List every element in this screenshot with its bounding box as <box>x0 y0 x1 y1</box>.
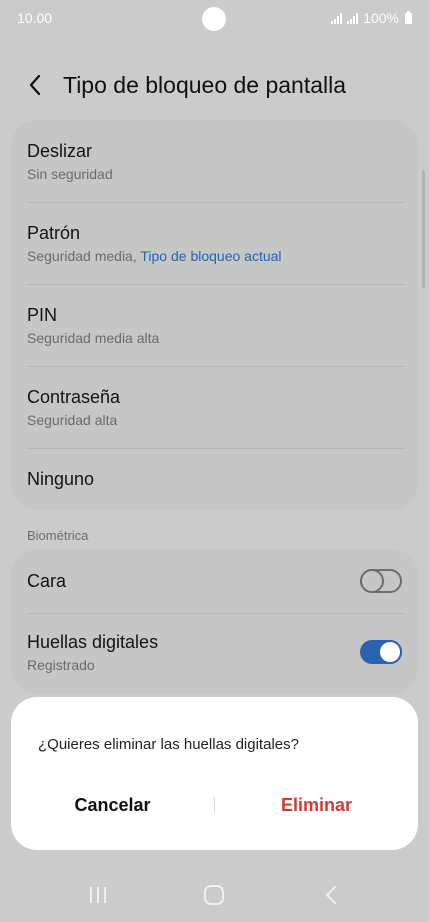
recent-apps-button[interactable] <box>68 875 128 915</box>
option-title: Contraseña <box>27 386 121 407</box>
recent-apps-icon <box>90 887 107 903</box>
status-time: 10.00 <box>17 10 53 26</box>
page-title: Tipo de bloqueo de pantalla <box>63 71 347 98</box>
camera-cutout <box>202 7 226 31</box>
current-lock-label: Tipo de bloqueo actual <box>140 247 282 264</box>
option-subtitle: Seguridad media, Tipo de bloqueo actual <box>27 248 402 264</box>
back-nav-button[interactable] <box>301 875 361 915</box>
home-icon <box>204 885 225 905</box>
signal-icon <box>347 12 359 24</box>
home-button[interactable] <box>184 875 244 915</box>
option-title: Ninguno <box>27 468 95 489</box>
lock-option-contrasena[interactable]: Contraseña Seguridad alta <box>11 366 418 448</box>
section-label-biometrics: Biométrica <box>27 528 89 543</box>
option-subtitle: Seguridad alta <box>27 411 118 428</box>
fingerprints-toggle[interactable] <box>360 640 402 664</box>
lock-options-card: Deslizar Sin seguridad Patrón Seguridad … <box>11 120 418 510</box>
face-title: Cara <box>27 570 67 591</box>
option-title: Deslizar <box>27 140 93 161</box>
lock-option-deslizar[interactable]: Deslizar Sin seguridad <box>11 120 418 202</box>
signal-icon <box>331 12 343 24</box>
cancel-button[interactable]: Cancelar <box>11 795 214 816</box>
option-title: PIN <box>27 304 58 325</box>
battery-percent: 100% <box>363 10 399 26</box>
dialog-actions: Cancelar Eliminar <box>11 785 418 825</box>
option-subtitle-text: Seguridad media, <box>27 247 141 264</box>
toggle-knob <box>378 640 402 664</box>
delete-button[interactable]: Eliminar <box>215 795 418 816</box>
fingerprints-subtitle: Registrado <box>27 656 95 673</box>
lock-option-patron[interactable]: Patrón Seguridad media, Tipo de bloqueo … <box>11 202 418 284</box>
fingerprints-title: Huellas digitales <box>27 631 159 652</box>
lock-option-ninguno[interactable]: Ninguno <box>11 448 418 510</box>
biometrics-card: Cara Huellas digitales Registrado <box>11 549 418 694</box>
header: Tipo de bloqueo de pantalla <box>0 60 429 110</box>
back-button[interactable] <box>10 60 60 110</box>
option-title: Patrón <box>27 222 81 243</box>
battery-icon <box>405 10 412 24</box>
status-icons: 100% <box>331 10 412 26</box>
biometric-fingerprints-row[interactable]: Huellas digitales Registrado <box>11 613 418 691</box>
lock-option-pin[interactable]: PIN Seguridad media alta <box>11 284 418 366</box>
biometric-face-row[interactable]: Cara <box>11 549 418 613</box>
option-subtitle: Sin seguridad <box>27 165 113 182</box>
face-toggle[interactable] <box>360 569 402 593</box>
delete-fingerprints-dialog: ¿Quieres eliminar las huellas digitales?… <box>11 697 418 850</box>
navigation-bar <box>0 868 429 922</box>
option-subtitle: Seguridad media alta <box>27 329 160 346</box>
toggle-knob <box>360 569 384 593</box>
chevron-left-icon <box>29 74 41 96</box>
back-icon <box>325 886 336 904</box>
dialog-message: ¿Quieres eliminar las huellas digitales? <box>38 736 299 753</box>
scrollbar[interactable] <box>422 170 425 288</box>
